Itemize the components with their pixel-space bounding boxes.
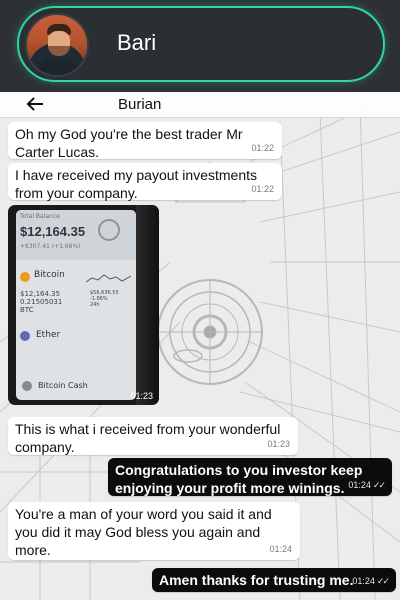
coin-values: $12,164.35 0.21505031 BTC (20, 290, 62, 314)
avatar-beard (48, 46, 70, 56)
wallet-balance-label: Total Balance (20, 213, 60, 220)
message-time-status: 01:24 ✓✓ (352, 572, 390, 590)
message-time: 01:24 (352, 576, 375, 586)
contact-card[interactable]: Bari (17, 6, 385, 82)
contact-name: Bari (117, 30, 157, 55)
photo-dark-edge (136, 205, 159, 405)
avatar-shirt (35, 59, 83, 75)
coin-name: Ether (36, 330, 61, 340)
bitcoin-icon (20, 272, 30, 282)
message-time: 01:23 (130, 391, 153, 401)
wallet-balance: $12,164.35 (20, 224, 86, 239)
coin-unit: BTC (20, 306, 34, 314)
message-text: Oh my God you're the best trader Mr Cart… (15, 126, 243, 160)
bitcoin-cash-icon (22, 381, 32, 391)
coin-period: 24h (90, 302, 100, 308)
message-text: You're a man of your word you said it an… (15, 506, 272, 558)
message-incoming[interactable]: This is what i received from your wonder… (8, 417, 298, 455)
wallet-change: +$307.41 (+1.68%) (20, 243, 81, 250)
chat-area[interactable]: Burian Oh my God you're the best trader … (0, 92, 400, 600)
back-arrow-icon[interactable] (24, 93, 46, 115)
wallet-summary: Total Balance $12,164.35 +$307.41 (+1.68… (16, 210, 136, 260)
chat-title: Burian (118, 96, 162, 113)
message-text: This is what i received from your wonder… (15, 421, 281, 455)
message-time: 01:22 (251, 184, 274, 194)
message-text: Amen thanks for trusting me. (159, 572, 354, 588)
wallet-ring (98, 219, 120, 241)
coin-name: Bitcoin Cash (38, 381, 88, 390)
message-outgoing[interactable]: Amen thanks for trusting me. 01:24 ✓✓ (152, 568, 396, 592)
message-text: Congratulations to you investor keep enj… (115, 462, 363, 496)
coin-price-block: $56,636.55 -1.86% 24h (90, 290, 119, 308)
message-text: I have received my payout investments fr… (15, 167, 258, 201)
profile-header: Bari (0, 0, 400, 92)
coin-value: $12,164.35 (20, 290, 61, 298)
message-time: 01:24 (348, 480, 371, 490)
avatar[interactable] (25, 13, 89, 77)
coin-amount: 0.21505031 (20, 298, 63, 306)
double-check-icon: ✓✓ (372, 480, 386, 490)
message-incoming[interactable]: You're a man of your word you said it an… (8, 502, 300, 560)
message-time-status: 01:24 ✓✓ (348, 476, 386, 494)
message-time: 01:23 (267, 439, 290, 449)
message-time: 01:22 (251, 143, 274, 153)
double-check-icon: ✓✓ (376, 576, 390, 586)
message-outgoing[interactable]: Congratulations to you investor keep enj… (108, 458, 392, 496)
coin-name: Bitcoin (34, 270, 65, 280)
message-incoming[interactable]: Oh my God you're the best trader Mr Cart… (8, 122, 282, 160)
ether-icon (20, 331, 30, 341)
message-time: 01:24 (269, 544, 292, 554)
image-message[interactable]: Total Balance $12,164.35 +$307.41 (+1.68… (8, 205, 159, 405)
chat-header: Burian (0, 92, 400, 118)
sparkline (86, 274, 131, 283)
message-incoming[interactable]: I have received my payout investments fr… (8, 163, 282, 201)
wallet-screenshot: Total Balance $12,164.35 +$307.41 (+1.68… (16, 210, 136, 400)
